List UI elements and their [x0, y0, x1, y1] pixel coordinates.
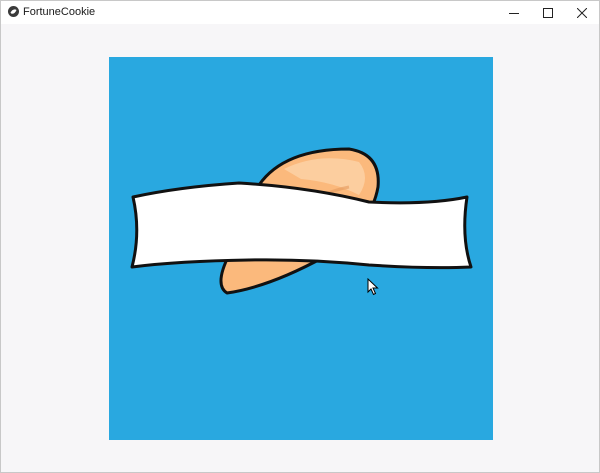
maximize-button[interactable]	[531, 1, 565, 24]
title-bar[interactable]: FortuneCookie	[1, 1, 599, 24]
app-icon	[8, 6, 19, 17]
fortune-canvas[interactable]	[109, 57, 493, 440]
close-button[interactable]	[565, 1, 599, 24]
close-icon	[577, 7, 587, 18]
maximize-icon	[543, 7, 553, 18]
minimize-icon	[509, 12, 519, 14]
app-window: FortuneCookie	[0, 0, 600, 473]
fortune-banner	[130, 181, 473, 270]
mouse-cursor-icon	[367, 277, 379, 296]
window-title: FortuneCookie	[23, 6, 96, 18]
minimize-button[interactable]	[497, 1, 531, 24]
client-area	[1, 24, 599, 472]
